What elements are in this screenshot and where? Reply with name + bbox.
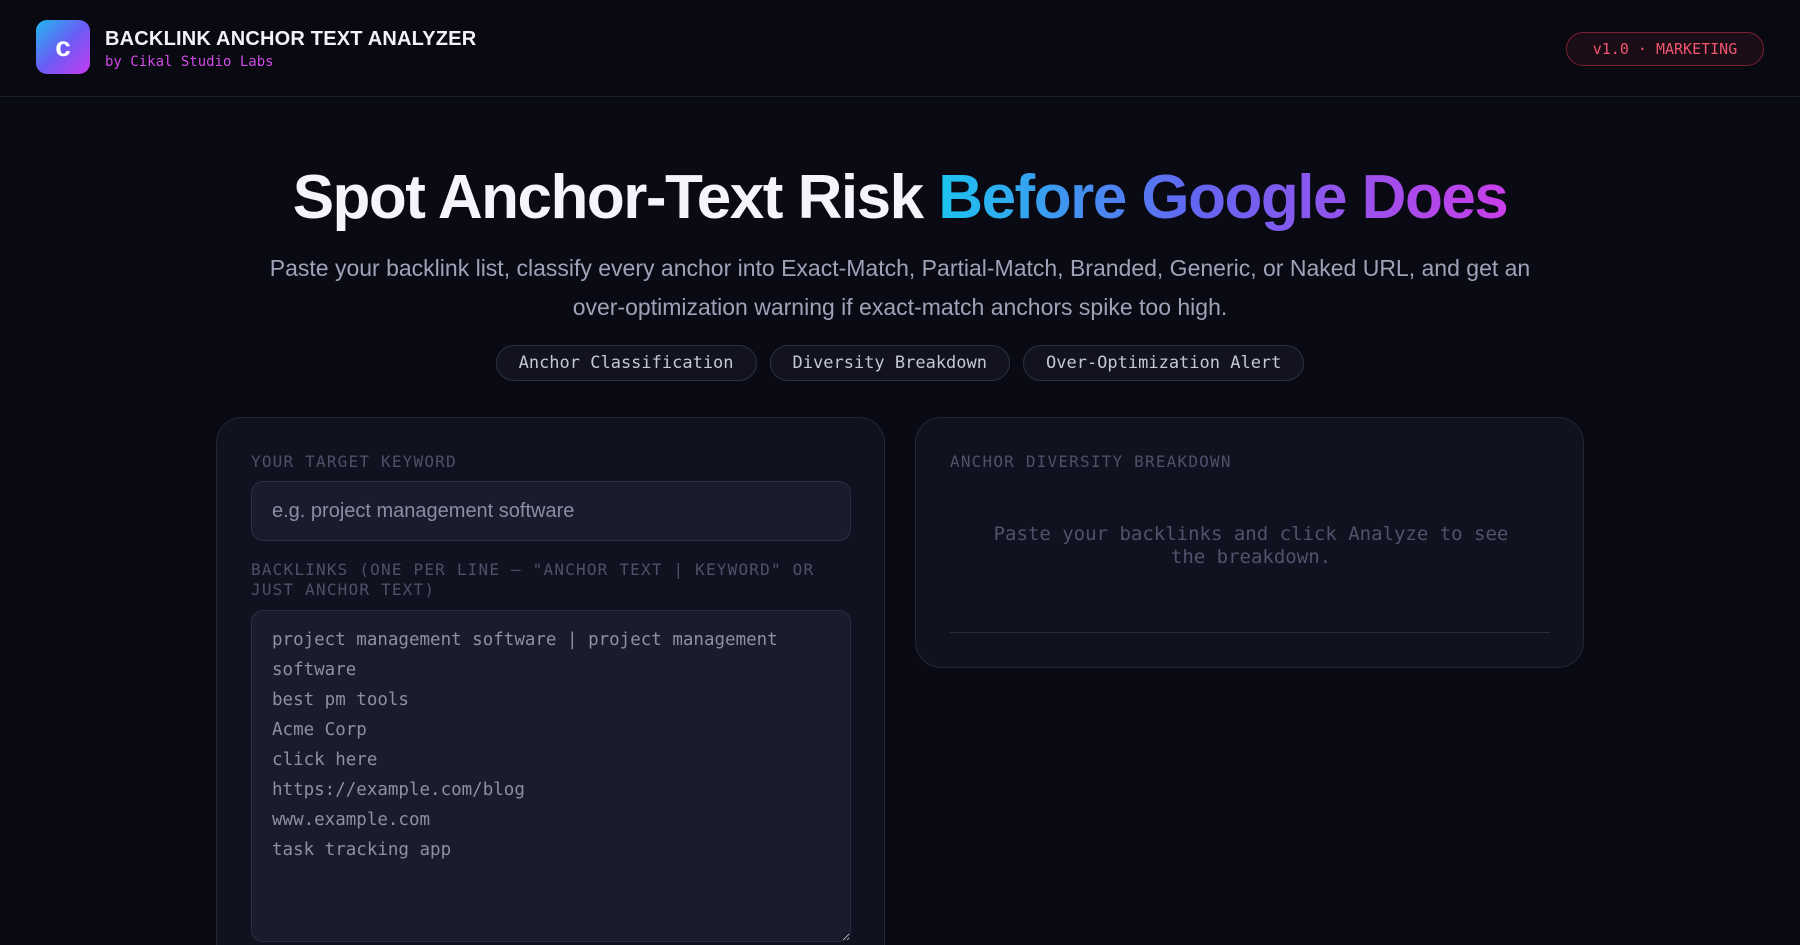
- app-logo-icon: c: [36, 20, 90, 74]
- version-badge: v1.0 · MARKETING: [1566, 32, 1764, 66]
- top-bar: c BACKLINK ANCHOR TEXT ANALYZER by Cikal…: [0, 0, 1800, 97]
- app-subtitle: by Cikal Studio Labs: [105, 54, 274, 70]
- target-keyword-input[interactable]: [251, 481, 851, 541]
- empty-state-message: Paste your backlinks and click Analyze t…: [993, 523, 1509, 568]
- target-keyword-label: YOUR TARGET KEYWORD: [251, 452, 457, 471]
- breakdown-panel: ANCHOR DIVERSITY BREAKDOWN Paste your ba…: [915, 417, 1584, 668]
- hero-description: Paste your backlink list, classify every…: [269, 255, 1531, 320]
- hero-title-plain: Spot Anchor-Text Risk: [292, 163, 939, 232]
- tag-over-optimization-alert: Over-Optimization Alert: [1023, 345, 1305, 381]
- breakdown-title: ANCHOR DIVERSITY BREAKDOWN: [950, 452, 1232, 471]
- backlinks-label: BACKLINKS (ONE PER LINE — "ANCHOR TEXT |…: [251, 560, 815, 599]
- breakdown-divider: [950, 632, 1550, 633]
- logo-letter: c: [55, 31, 71, 62]
- feature-tags: Anchor Classification Diversity Breakdow…: [0, 345, 1800, 381]
- tag-anchor-classification: Anchor Classification: [495, 345, 757, 381]
- backlinks-textarea[interactable]: [251, 610, 851, 942]
- tag-diversity-breakdown: Diversity Breakdown: [769, 345, 1010, 381]
- app-title: BACKLINK ANCHOR TEXT ANALYZER: [105, 28, 477, 50]
- input-panel: YOUR TARGET KEYWORD BACKLINKS (ONE PER L…: [216, 417, 885, 945]
- hero-title-gradient: Before Google Does: [938, 163, 1509, 232]
- hero-title: Spot Anchor-Text Risk Before Google Does: [0, 158, 1800, 238]
